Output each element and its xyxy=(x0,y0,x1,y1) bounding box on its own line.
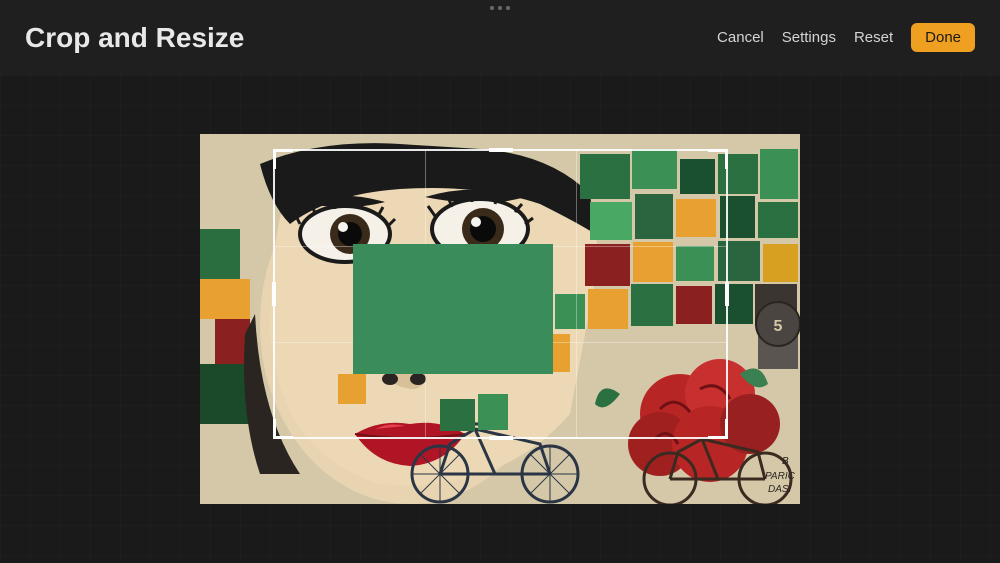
selection-patch[interactable] xyxy=(353,244,553,374)
svg-text:PARIC: PARIC xyxy=(765,471,796,482)
page-title: Crop and Resize xyxy=(25,22,244,54)
svg-text:B: B xyxy=(782,456,789,467)
done-button[interactable]: Done xyxy=(911,23,975,52)
editor-canvas[interactable]: 5 xyxy=(0,75,1000,563)
cancel-button[interactable]: Cancel xyxy=(717,29,764,46)
reset-button[interactable]: Reset xyxy=(854,29,893,46)
window-drag-handle[interactable] xyxy=(490,6,510,10)
drag-dot-icon xyxy=(498,6,502,10)
drag-dot-icon xyxy=(506,6,510,10)
header-actions: Cancel Settings Reset Done xyxy=(717,23,975,52)
header-bar: Crop and Resize Cancel Settings Reset Do… xyxy=(0,0,1000,75)
image-preview[interactable]: 5 xyxy=(200,134,800,504)
svg-text:5: 5 xyxy=(774,318,783,335)
settings-button[interactable]: Settings xyxy=(782,29,836,46)
svg-text:DASI: DASI xyxy=(768,484,792,495)
drag-dot-icon xyxy=(490,6,494,10)
